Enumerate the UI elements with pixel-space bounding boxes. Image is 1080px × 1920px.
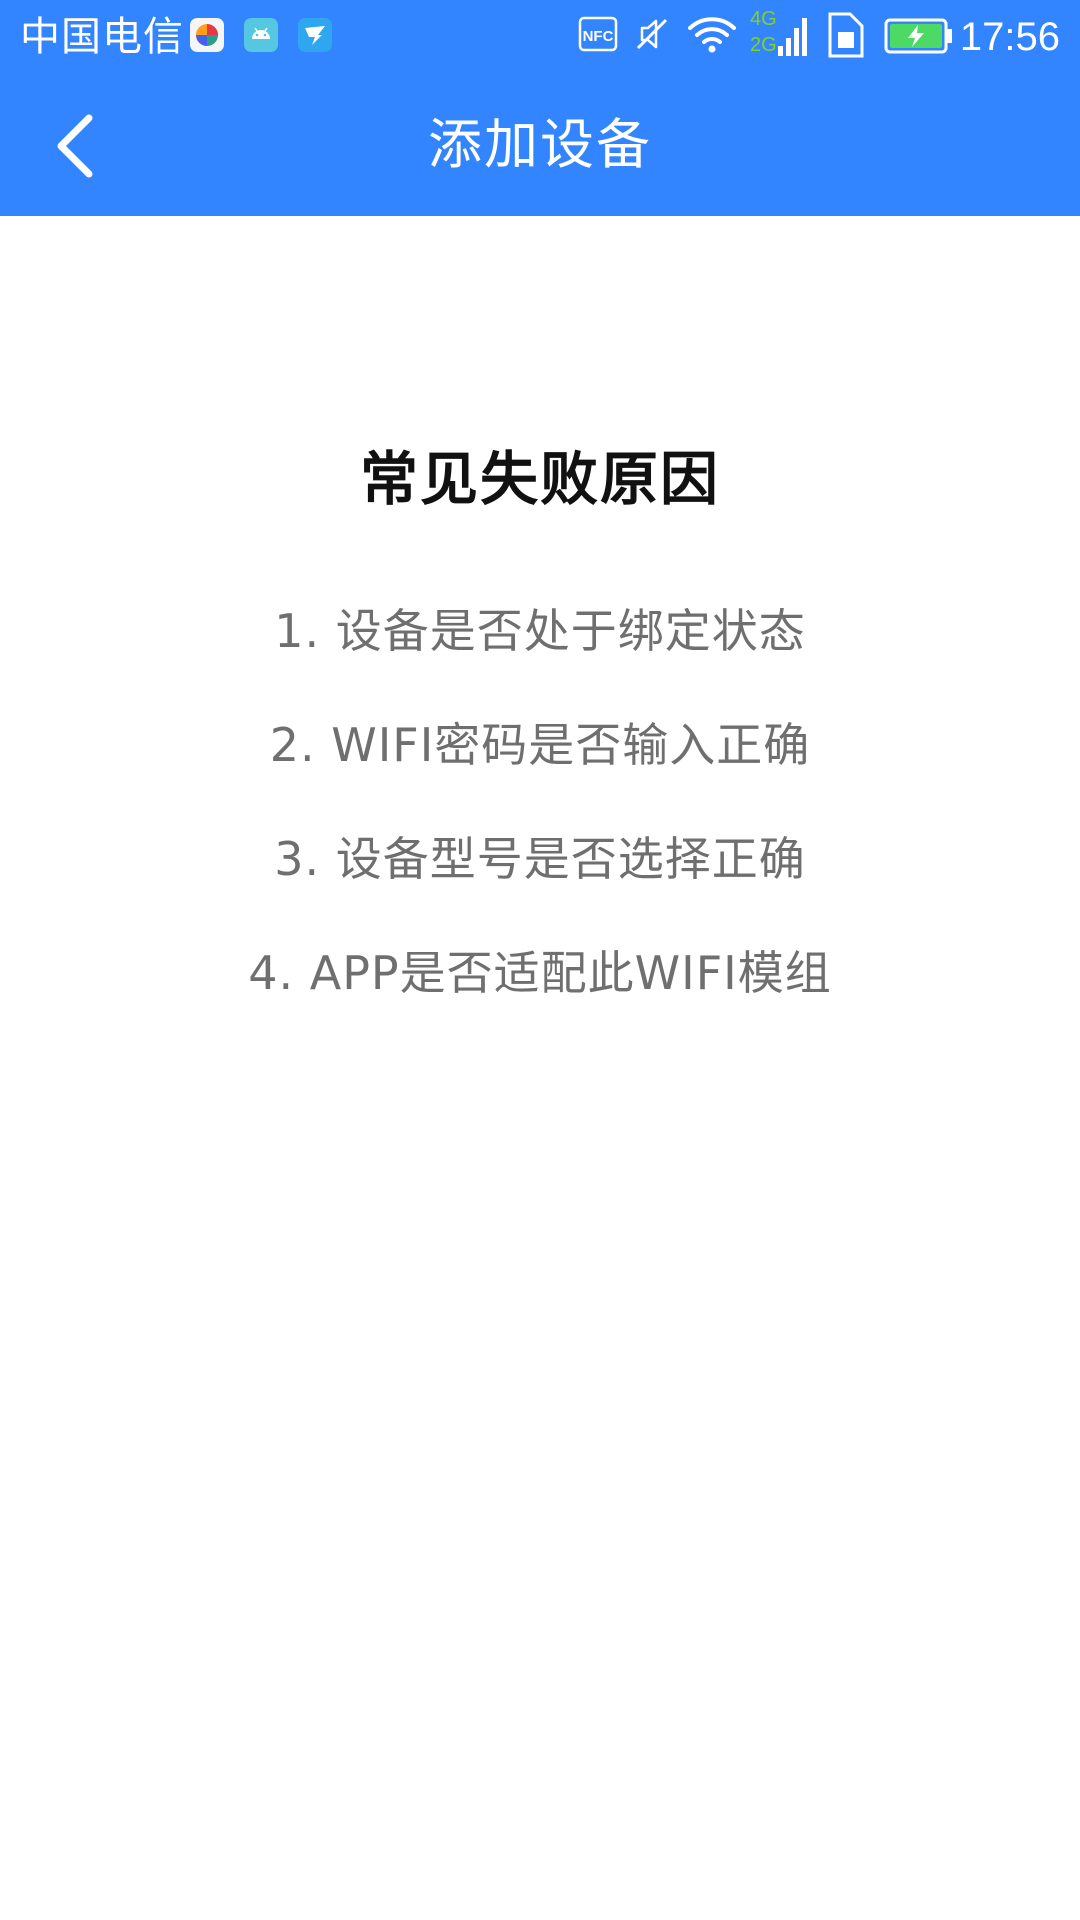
network-type-indicator: 4G 2G xyxy=(750,6,778,66)
app-bar: 添加设备 xyxy=(0,74,1080,216)
failure-reasons-heading: 常见失败原因 xyxy=(359,445,720,513)
browser-app-icon xyxy=(190,18,224,52)
reason-item-device-model: 3. 设备型号是否选择正确 xyxy=(274,832,806,886)
network-2g-label: 2G xyxy=(750,34,777,56)
status-bar: 中国电信 NFC 4G 2G 17:56 xyxy=(0,0,1080,74)
battery-charging-icon xyxy=(884,18,952,54)
dingtalk-app-icon xyxy=(298,18,332,52)
screen: 中国电信 NFC 4G 2G 17:56 添加设备 常见失败原因 1. 设备是否… xyxy=(0,0,1080,1920)
signal-icon xyxy=(778,18,807,56)
mute-icon xyxy=(636,18,668,50)
page-title: 添加设备 xyxy=(428,113,652,176)
failure-reasons-list: 1. 设备是否处于绑定状态 2. WIFI密码是否输入正确 3. 设备型号是否选… xyxy=(0,596,1080,1052)
clock: 17:56 xyxy=(959,15,1060,59)
nfc-label: NFC xyxy=(583,28,614,45)
sim-icon xyxy=(828,12,864,58)
reason-item-wifi-module: 4. APP是否适配此WIFI模组 xyxy=(248,946,832,1000)
nfc-icon: NFC xyxy=(578,16,618,52)
reason-item-binding-state: 1. 设备是否处于绑定状态 xyxy=(274,604,806,658)
reason-item-wifi-password: 2. WIFI密码是否输入正确 xyxy=(269,718,811,772)
network-4g-label: 4G xyxy=(750,8,777,30)
wifi-icon xyxy=(688,17,736,53)
carrier-label: 中国电信 xyxy=(20,14,184,60)
android-app-icon xyxy=(244,18,278,52)
